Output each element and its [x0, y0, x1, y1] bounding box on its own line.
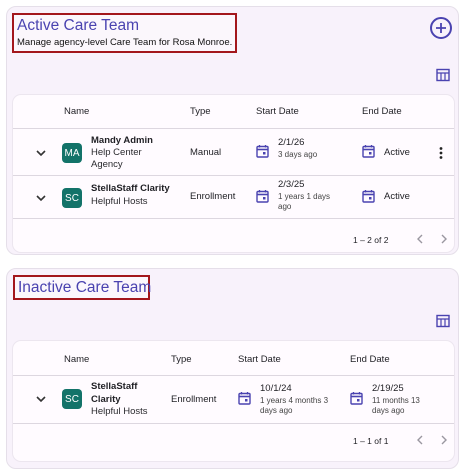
inactive-care-team-table: Name Type Start Date End Date SC StellaS… — [13, 341, 454, 461]
active-care-team-title: Active Care Team — [17, 17, 140, 34]
row-divider — [13, 218, 454, 219]
member-type: Enrollment — [171, 394, 217, 405]
chevron-down-icon[interactable] — [35, 393, 47, 405]
member-type: Manual — [190, 147, 222, 158]
end-date-ago-line1: 11 months 13 — [372, 396, 420, 405]
start-date-ago-line2: days ago — [260, 406, 293, 415]
column-header-name[interactable]: Name — [64, 106, 89, 117]
member-org-line1: Helpful Hosts — [91, 196, 148, 207]
row-divider — [13, 423, 454, 424]
column-header-end-date[interactable]: End Date — [350, 354, 390, 365]
inactive-title-highlight: Inactive Care Team — [13, 275, 152, 300]
chevron-right-icon[interactable] — [440, 435, 448, 445]
calendar-icon[interactable] — [238, 391, 251, 405]
start-date-ago-line2: ago — [278, 202, 292, 211]
end-date-status: Active — [384, 147, 410, 158]
plus-circle-icon — [436, 23, 446, 33]
active-title-highlight: Active Care Team Manage agency-level Car… — [12, 13, 237, 53]
chevron-left-icon[interactable] — [416, 234, 424, 244]
table-row[interactable]: SC StellaStaff Clarity Helpful Hosts Enr… — [13, 376, 454, 423]
calendar-icon[interactable] — [350, 391, 363, 405]
calendar-icon[interactable] — [362, 144, 375, 158]
end-date-status: Active — [384, 191, 410, 202]
active-care-team-subtitle: Manage agency-level Care Team for Rosa M… — [17, 37, 233, 48]
inactive-care-team-title: Inactive Care Team — [18, 279, 152, 296]
member-name-line2: Clarity — [91, 394, 121, 405]
table-view-icon[interactable] — [436, 68, 450, 82]
active-care-team-table: Name Type Start Date End Date MA Mandy A… — [13, 95, 454, 252]
end-date-ago-line2: days ago — [372, 406, 405, 415]
table-row[interactable]: SC StellaStaff Clarity Helpful Hosts Enr… — [13, 176, 454, 218]
calendar-icon[interactable] — [256, 144, 269, 158]
start-date: 10/1/24 — [260, 383, 292, 394]
start-date-ago-line1: 1 years 4 months 3 — [260, 396, 329, 405]
column-header-name[interactable]: Name — [64, 354, 89, 365]
column-header-end-date[interactable]: End Date — [362, 106, 402, 117]
start-date: 2/3/25 — [278, 179, 305, 190]
column-header-start-date[interactable]: Start Date — [238, 354, 281, 365]
member-name: Mandy Admin — [91, 135, 153, 146]
chevron-left-icon[interactable] — [416, 435, 424, 445]
column-header-start-date[interactable]: Start Date — [256, 106, 299, 117]
member-name-line1: StellaStaff — [91, 381, 138, 392]
more-vert-icon[interactable] — [439, 147, 443, 159]
member-type: Enrollment — [190, 191, 236, 202]
active-care-team-card: Active Care Team Manage agency-level Car… — [6, 6, 459, 255]
start-date-ago-line1: 1 years 1 days — [278, 192, 331, 201]
add-care-team-member-button[interactable] — [430, 17, 452, 39]
inactive-care-team-card: Inactive Care Team Name Type Start Date … — [6, 268, 459, 469]
table-row[interactable]: MA Mandy Admin Help Center Agency Manual… — [13, 129, 454, 175]
member-org-line1: Helpful Hosts — [91, 406, 148, 417]
member-org-line1: Help Center — [91, 147, 142, 158]
avatar: SC — [62, 188, 82, 208]
avatar: MA — [62, 143, 82, 163]
avatar: SC — [62, 389, 82, 409]
column-header-type[interactable]: Type — [190, 106, 211, 117]
chevron-down-icon[interactable] — [35, 192, 47, 204]
chevron-down-icon[interactable] — [35, 147, 47, 159]
start-date-ago: 3 days ago — [278, 150, 318, 159]
table-view-icon[interactable] — [436, 314, 450, 328]
member-org-line2: Agency — [91, 159, 123, 170]
calendar-icon[interactable] — [362, 189, 375, 203]
end-date: 2/19/25 — [372, 383, 404, 394]
calendar-icon[interactable] — [256, 189, 269, 203]
chevron-right-icon[interactable] — [440, 234, 448, 244]
member-name: StellaStaff Clarity — [91, 183, 170, 194]
pagination-range: 1 – 2 of 2 — [353, 235, 389, 245]
start-date: 2/1/26 — [278, 137, 305, 148]
pagination-range: 1 – 1 of 1 — [353, 436, 389, 446]
column-header-type[interactable]: Type — [171, 354, 192, 365]
